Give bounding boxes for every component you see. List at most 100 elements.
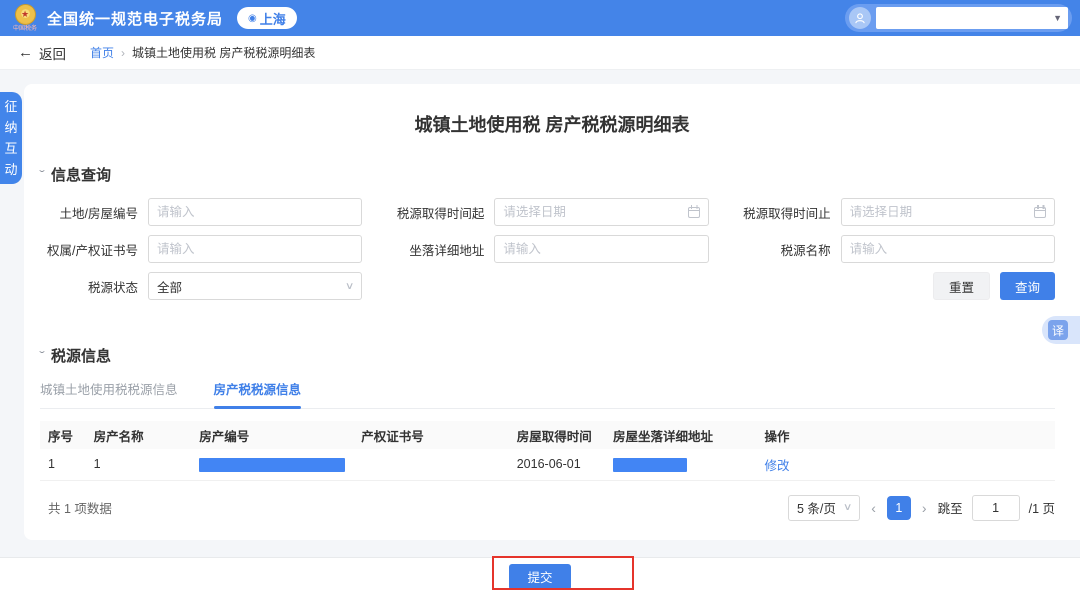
logo-caption: 中国税务 [13, 26, 37, 32]
source-status-select[interactable]: 全部 ∨ [148, 272, 362, 300]
sidebar-tab-interaction[interactable]: 征纳互动 [0, 92, 22, 184]
address-label: 坐落详细地址 [386, 240, 494, 259]
redaction-bar [199, 458, 345, 472]
breadcrumb-current: 城镇土地使用税 房产税税源明细表 [132, 44, 315, 61]
chevron-down-icon: ∨ [843, 502, 853, 513]
cell-address [605, 449, 756, 480]
address-input-wrap [494, 235, 708, 263]
translate-icon: 译 [1048, 320, 1068, 340]
edit-link[interactable]: 修改 [764, 459, 789, 473]
land-house-no-input[interactable] [157, 205, 353, 219]
total-pages-label: /1 页 [1029, 498, 1055, 517]
source-status-value: 全部 [157, 277, 346, 296]
field-address: 坐落详细地址 [386, 235, 708, 263]
source-section-header[interactable]: ˇ 税源信息 [40, 345, 1055, 366]
query-section: ˇ 信息查询 土地/房屋编号 税源取得时间起 [24, 164, 1080, 300]
footer-bar: 提交 [0, 557, 1080, 595]
col-property-name: 房产名称 [86, 421, 192, 449]
col-cert-no: 产权证书号 [353, 421, 509, 449]
cell-seq: 1 [40, 449, 86, 480]
user-account-box: ▼ [876, 7, 1068, 29]
land-house-no-label: 土地/房屋编号 [40, 203, 148, 222]
breadcrumb-separator-icon: › [121, 46, 125, 60]
calendar-icon [688, 207, 700, 218]
address-input[interactable] [503, 242, 699, 256]
acquire-end-datepicker[interactable] [841, 198, 1055, 226]
jump-to-page-input[interactable] [972, 495, 1020, 521]
jump-to-label: 跳至 [938, 498, 963, 517]
acquire-start-input[interactable] [503, 205, 687, 219]
cell-actions: 修改 [756, 449, 1055, 480]
breadcrumb-home-link[interactable]: 首页 [90, 44, 114, 61]
back-button[interactable]: ← 返回 [18, 43, 66, 63]
back-arrow-icon: ← [18, 44, 33, 61]
query-form: 土地/房屋编号 税源取得时间起 税源取得时间止 [40, 198, 1055, 300]
source-info-section: ˇ 税源信息 城镇土地使用税税源信息 房产税税源信息 序号 房产名称 房产编号 [24, 345, 1080, 521]
current-page-button[interactable]: 1 [887, 496, 911, 520]
property-tax-table: 序号 房产名称 房产编号 产权证书号 房屋取得时间 房屋坐落详细地址 操作 1 … [40, 421, 1055, 481]
collapse-caret-icon: ˇ [39, 168, 45, 182]
tab-property-tax[interactable]: 房产税税源信息 [214, 379, 302, 408]
reset-button[interactable]: 重置 [933, 272, 990, 300]
query-section-title: 信息查询 [51, 164, 111, 185]
cert-no-label: 权属/产权证书号 [40, 240, 148, 259]
field-cert-no: 权属/产权证书号 [40, 235, 362, 263]
top-header-bar: ★ 中国税务 全国统一规范电子税务局 ◉ 上海 ▼ [0, 0, 1080, 36]
land-house-no-input-wrap [148, 198, 362, 226]
translate-fab[interactable]: 译 [1042, 316, 1080, 344]
tab-land-use-tax[interactable]: 城镇土地使用税税源信息 [40, 379, 178, 408]
cell-property-name: 1 [86, 449, 192, 480]
field-acquire-start: 税源取得时间起 [386, 198, 708, 226]
field-land-house-no: 土地/房屋编号 [40, 198, 362, 226]
tax-bureau-logo: ★ 中国税务 [13, 4, 37, 32]
source-status-label: 税源状态 [40, 277, 148, 296]
back-label: 返回 [39, 43, 66, 63]
col-property-no: 房产编号 [191, 421, 353, 449]
submit-button[interactable]: 提交 [509, 564, 570, 590]
cell-property-no [191, 449, 353, 480]
source-section-title: 税源信息 [51, 345, 111, 366]
cert-no-input[interactable] [157, 242, 353, 256]
redaction-bar [613, 458, 687, 472]
acquire-end-input[interactable] [850, 205, 1034, 219]
user-account-widget: ▼ [845, 4, 1072, 32]
page-title: 城镇土地使用税 房产税税源明细表 [24, 84, 1080, 137]
field-source-name: 税源名称 [733, 235, 1055, 263]
query-actions: 重置 查询 [733, 272, 1055, 300]
page-size-value: 5 条/页 [797, 498, 836, 517]
next-page-button[interactable]: › [920, 500, 929, 516]
chevron-down-icon: ∨ [345, 281, 355, 292]
acquire-end-label: 税源取得时间止 [733, 203, 841, 222]
source-name-input-wrap [841, 235, 1055, 263]
query-section-header[interactable]: ˇ 信息查询 [40, 164, 1055, 185]
location-selector[interactable]: ◉ 上海 [237, 7, 297, 29]
location-pin-icon: ◉ [248, 13, 257, 24]
cell-cert-no [353, 449, 509, 480]
acquire-start-datepicker[interactable] [494, 198, 708, 226]
acquire-start-label: 税源取得时间起 [386, 203, 494, 222]
calendar-icon [1034, 207, 1046, 218]
source-name-label: 税源名称 [733, 240, 841, 259]
collapse-caret-icon: ˇ [39, 349, 45, 363]
user-account-input[interactable] [882, 11, 1049, 25]
table-header-row: 序号 房产名称 房产编号 产权证书号 房屋取得时间 房屋坐落详细地址 操作 [40, 421, 1055, 449]
search-button[interactable]: 查询 [1000, 272, 1055, 300]
col-seq: 序号 [40, 421, 86, 449]
page-size-select[interactable]: 5 条/页 ∨ [788, 495, 860, 521]
national-emblem-icon: ★ [15, 4, 36, 25]
breadcrumb-bar: ← 返回 首页 › 城镇土地使用税 房产税税源明细表 [0, 36, 1080, 70]
col-actions: 操作 [756, 421, 1055, 449]
source-name-input[interactable] [850, 242, 1046, 256]
user-dropdown-caret-icon[interactable]: ▼ [1053, 13, 1062, 23]
breadcrumb: 首页 › 城镇土地使用税 房产税税源明细表 [90, 44, 315, 61]
field-source-status: 税源状态 全部 ∨ [40, 272, 362, 300]
grid-spacer [386, 272, 708, 300]
col-address: 房屋坐落详细地址 [605, 421, 756, 449]
pagination-controls: 5 条/页 ∨ ‹ 1 › 跳至 /1 页 [788, 495, 1055, 521]
cell-acquired-date: 2016-06-01 [509, 449, 605, 480]
user-avatar-icon [849, 7, 871, 29]
prev-page-button[interactable]: ‹ [869, 500, 878, 516]
pagination-total: 共 1 项数据 [40, 498, 112, 517]
app-title: 全国统一规范电子税务局 [47, 8, 223, 29]
pagination: 共 1 项数据 5 条/页 ∨ ‹ 1 › 跳至 /1 页 [40, 495, 1055, 521]
